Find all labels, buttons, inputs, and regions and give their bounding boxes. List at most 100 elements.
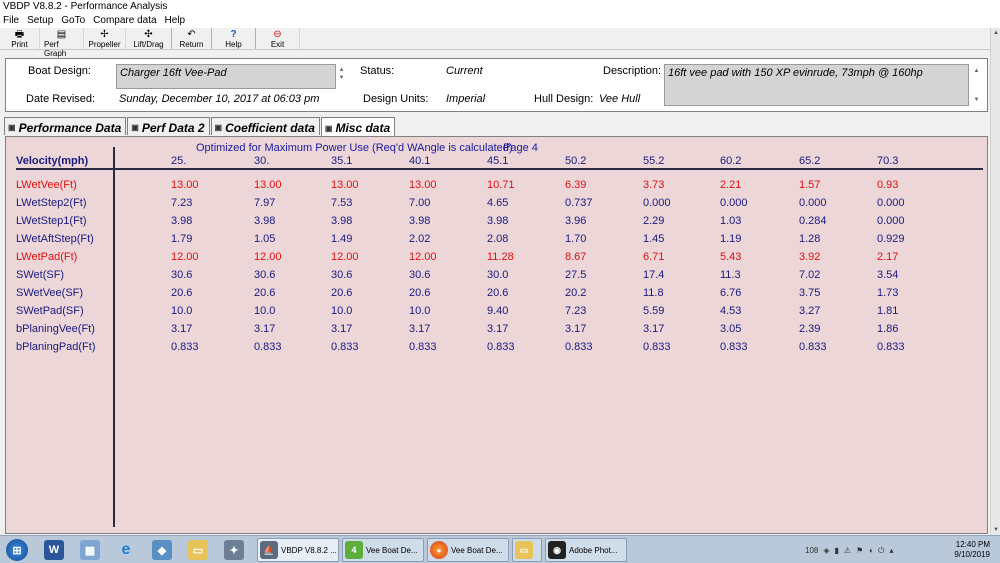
boat-info-panel: Boat Design: Charger 16ft Vee-Pad ▲ ▼ Sta… — [5, 58, 988, 112]
table-cell: 3.17 — [487, 323, 509, 335]
perf-graph-button[interactable]: ▤ Perf Graph — [40, 28, 84, 58]
menu-compare-data[interactable]: Compare data — [93, 14, 156, 28]
lift-drag-button-label: Lift/Drag — [133, 40, 164, 49]
date-revised-value: Sunday, December 10, 2017 at 06:03 pm — [119, 93, 320, 105]
row-label: SWet(SF) — [16, 269, 65, 281]
menu-goto[interactable]: GoTo — [61, 14, 85, 28]
tab-perf-data-2-label: Perf Data 2 — [141, 120, 205, 135]
folder-icon: ▭ — [188, 540, 208, 560]
velocity-header-cell: 45.1 — [487, 155, 509, 167]
table-cell: 3.17 — [331, 323, 353, 335]
photoshop-icon: ◉ — [548, 541, 566, 559]
table-cell: 0.737 — [565, 197, 593, 209]
table-cell: 12.00 — [171, 251, 199, 263]
table-cell: 3.73 — [643, 179, 665, 191]
table-cell: 7.23 — [565, 305, 587, 317]
task-folder[interactable]: ▭ — [512, 538, 542, 562]
table-cell: 3.17 — [643, 323, 665, 335]
table-cell: 0.284 — [799, 215, 827, 227]
propeller-button[interactable]: ✢ Propeller — [84, 28, 126, 49]
help-button[interactable]: ? Help — [212, 28, 256, 49]
row-label: LWetStep2(Ft) — [16, 197, 87, 209]
description-label: Description: — [603, 65, 662, 77]
table-cell: 0.833 — [643, 341, 671, 353]
word-pinned[interactable]: W — [44, 539, 64, 561]
return-button[interactable]: ↶ Return — [172, 28, 212, 49]
exit-button-label: Exit — [270, 40, 285, 49]
task-vbdp[interactable]: ⛵ VBDP V8.8.2 ... — [257, 538, 339, 562]
table-cell: 13.00 — [254, 179, 282, 191]
description-scroll-up-icon[interactable]: ▲ — [972, 67, 981, 75]
tab-coefficient-data-label: Coefficient data — [225, 120, 315, 135]
table-cell: 0.000 — [799, 197, 827, 209]
table-cell: 11.8 — [643, 287, 664, 299]
velocity-header-cell: 30. — [254, 155, 270, 167]
menu-setup[interactable]: Setup — [27, 14, 53, 28]
scroll-down-icon[interactable]: ▼ — [992, 526, 1000, 534]
lift-drag-button[interactable]: ✣ Lift/Drag — [126, 28, 172, 49]
window-scrollbar[interactable]: ▲ ▼ — [990, 28, 1000, 535]
task-firefox[interactable]: ● Vee Boat De... — [427, 538, 509, 562]
tray-counter: 108 — [805, 546, 819, 555]
velocity-header-cell: 65.2 — [799, 155, 821, 167]
tray-volume-icon[interactable]: ◖ — [868, 546, 873, 556]
table-cell: 3.27 — [799, 305, 821, 317]
table-cell: 12.00 — [254, 251, 282, 263]
table-cell: 2.02 — [409, 233, 431, 245]
ie-pinned[interactable]: e — [116, 539, 136, 561]
tray-flag-icon[interactable]: ⚑ — [856, 546, 863, 556]
folder-icon: ▭ — [515, 541, 533, 559]
table-header-divider — [16, 168, 983, 170]
taskbar-clock[interactable]: 12:40 PM 9/10/2019 — [954, 540, 990, 560]
tab-perf-data-2[interactable]: ▣ Perf Data 2 — [127, 117, 210, 135]
table-cell: 0.93 — [877, 179, 899, 191]
graph-icon: ▤ — [56, 29, 67, 40]
row-label: SWetPad(SF) — [16, 305, 84, 317]
table-cell: 0.833 — [331, 341, 359, 353]
table-cell: 3.17 — [254, 323, 276, 335]
pinned-app-2[interactable]: ▦ — [80, 539, 100, 561]
tray-power-icon[interactable]: ⏻ — [878, 546, 884, 556]
perf-graph-button-label: Perf Graph — [44, 40, 67, 58]
description-scroll-down-icon[interactable]: ▼ — [972, 96, 981, 104]
tab-misc-data[interactable]: ▣ Misc data — [320, 117, 396, 136]
table-cell: 6.71 — [643, 251, 665, 263]
tab-performance-data[interactable]: ▣ Performance Data — [4, 117, 127, 135]
tray-notification-icon[interactable]: ▴ — [889, 546, 893, 556]
table-cell: 2.29 — [643, 215, 665, 227]
description-field[interactable]: 16ft vee pad with 150 XP evinrude, 73mph… — [664, 64, 969, 106]
row-label: bPlaningVee(Ft) — [16, 323, 95, 335]
system-tray: 108 ◈ ▮ ⚠ ⚑ ◖ ⏻ ▴ — [805, 546, 893, 556]
table-cell: 0.833 — [565, 341, 593, 353]
menu-help[interactable]: Help — [165, 14, 186, 28]
task-vbdp-label: VBDP V8.8.2 ... — [281, 545, 337, 555]
menu-file[interactable]: File — [3, 14, 19, 28]
table-cell: 8.67 — [565, 251, 587, 263]
task-photoshop[interactable]: ◉ Adobe Phot... — [545, 538, 627, 562]
tray-network-icon[interactable]: ▮ — [835, 546, 839, 556]
tab-coefficient-data[interactable]: ▣ Coefficient data — [210, 117, 320, 135]
menu-bar: File Setup GoTo Compare data Help — [0, 14, 1000, 28]
table-cell: 30.6 — [254, 269, 276, 281]
boat-design-field[interactable]: Charger 16ft Vee-Pad — [116, 64, 336, 89]
scroll-up-icon[interactable]: ▲ — [992, 29, 1000, 37]
pinned-app-4[interactable]: ◆ — [152, 539, 172, 561]
task-excel[interactable]: 4 Vee Boat De... — [342, 538, 424, 562]
tray-shield-icon[interactable]: ◈ — [823, 546, 829, 556]
table-cell: 1.03 — [720, 215, 742, 227]
row-label: LWetVee(Ft) — [16, 179, 77, 191]
pinned-app-6[interactable]: ✦ — [224, 539, 244, 561]
table-cell: 10.0 — [409, 305, 431, 317]
status-value: Current — [446, 65, 483, 77]
boat-design-scroll-icon[interactable]: ▲ ▼ — [337, 66, 346, 82]
row-label: LWetStep1(Ft) — [16, 215, 87, 227]
explorer-pinned[interactable]: ▭ — [188, 539, 208, 561]
start-button[interactable]: ⊞ — [6, 539, 28, 561]
table-cell: 20.6 — [487, 287, 509, 299]
exit-button[interactable]: ⊖ Exit — [256, 28, 300, 49]
table-cell: 30.6 — [171, 269, 193, 281]
table-cell: 3.98 — [331, 215, 353, 227]
print-button[interactable]: 🖶 Print — [0, 28, 40, 49]
table-cell: 0.833 — [720, 341, 748, 353]
tray-warning-icon[interactable]: ⚠ — [844, 546, 851, 556]
